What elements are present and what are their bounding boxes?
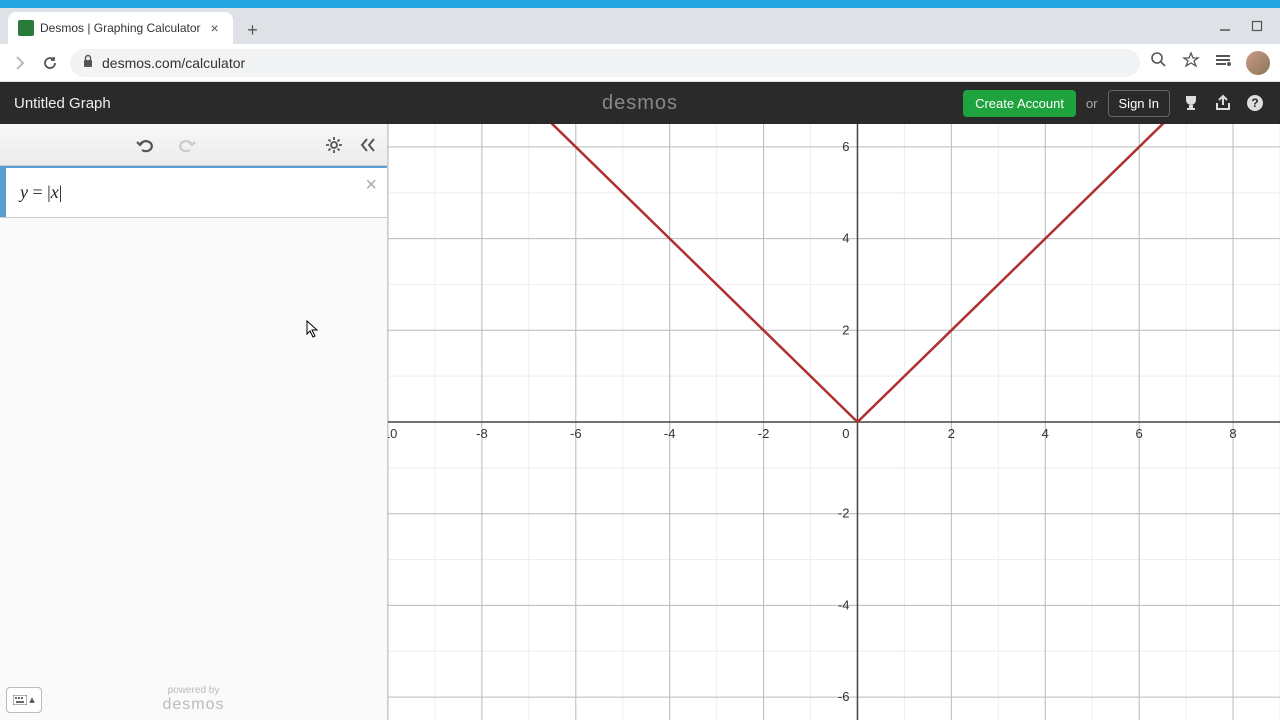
tab-title: Desmos | Graphing Calculator	[40, 21, 201, 35]
svg-text:-2: -2	[838, 506, 850, 521]
svg-text:6: 6	[842, 139, 849, 154]
svg-text:4: 4	[1042, 426, 1049, 441]
undo-icon[interactable]	[135, 134, 157, 156]
svg-text:-4: -4	[838, 597, 850, 612]
browser-tab[interactable]: Desmos | Graphing Calculator ×	[8, 12, 233, 44]
svg-text:-8: -8	[476, 426, 488, 441]
tab-favicon	[18, 20, 34, 36]
app-header: Untitled Graph desmos Create Account or …	[0, 82, 1280, 124]
svg-text:2: 2	[948, 426, 955, 441]
svg-text:-6: -6	[838, 689, 850, 704]
powered-label: powered by	[162, 685, 224, 696]
svg-text:?: ?	[1251, 96, 1258, 110]
create-account-button[interactable]: Create Account	[963, 90, 1076, 117]
powered-by: powered by desmos	[162, 685, 224, 714]
graph-canvas[interactable]: -10 -8 -6 -4 -2 2 4 6 8 -6 -4 -2 2 4 6 0	[388, 124, 1280, 720]
expression-row[interactable]: y = |x| ×	[0, 166, 387, 218]
svg-text:-2: -2	[758, 426, 770, 441]
minimize-icon[interactable]	[1218, 19, 1232, 33]
bookmark-icon[interactable]	[1182, 51, 1200, 74]
expr-eq: =	[28, 182, 47, 202]
expr-var: x	[51, 182, 59, 202]
svg-text:-4: -4	[664, 426, 676, 441]
expression-input[interactable]: y = |x|	[6, 182, 62, 203]
trophy-icon[interactable]	[1180, 92, 1202, 114]
delete-expression-icon[interactable]: ×	[365, 174, 377, 197]
window-controls	[1202, 8, 1280, 44]
expression-panel: y = |x| × ▴ powered by desmos	[0, 124, 388, 720]
help-icon[interactable]: ?	[1244, 92, 1266, 114]
reload-icon[interactable]	[40, 53, 60, 73]
profile-avatar[interactable]	[1246, 51, 1270, 75]
sign-in-button[interactable]: Sign In	[1108, 90, 1170, 117]
gear-icon[interactable]	[323, 134, 345, 156]
keyboard-toggle[interactable]: ▴	[6, 687, 42, 713]
url-text: desmos.com/calculator	[102, 55, 245, 71]
svg-text:6: 6	[1136, 426, 1143, 441]
powered-brand: desmos	[162, 696, 224, 714]
graph-title[interactable]: Untitled Graph	[14, 95, 111, 112]
svg-text:-10: -10	[388, 426, 397, 441]
redo-icon[interactable]	[175, 134, 197, 156]
graph-svg: -10 -8 -6 -4 -2 2 4 6 8 -6 -4 -2 2 4 6 0	[388, 124, 1280, 720]
browser-tab-bar: Desmos | Graphing Calculator × +	[0, 8, 1280, 44]
main-area: y = |x| × ▴ powered by desmos -10-8-6-4-…	[0, 124, 1280, 720]
browser-address-bar: desmos.com/calculator	[0, 44, 1280, 82]
media-icon[interactable]	[1214, 51, 1232, 74]
window-accent-bar	[0, 0, 1280, 8]
new-tab-button[interactable]: +	[239, 16, 267, 44]
svg-text:4: 4	[842, 231, 849, 246]
svg-text:8: 8	[1229, 426, 1236, 441]
svg-text:2: 2	[842, 322, 849, 337]
forward-icon[interactable]	[10, 53, 30, 73]
close-icon[interactable]: ×	[207, 20, 223, 36]
lock-icon	[82, 54, 94, 71]
zoom-icon[interactable]	[1150, 51, 1168, 74]
collapse-icon[interactable]	[357, 134, 379, 156]
app-logo: desmos	[602, 92, 678, 115]
svg-text:0: 0	[842, 426, 849, 441]
mouse-cursor	[306, 320, 320, 338]
or-label: or	[1086, 96, 1098, 111]
maximize-icon[interactable]	[1250, 19, 1264, 33]
svg-text:-6: -6	[570, 426, 582, 441]
expr-lhs: y	[20, 182, 28, 202]
share-icon[interactable]	[1212, 92, 1234, 114]
expression-toolbar	[0, 124, 387, 166]
url-input[interactable]: desmos.com/calculator	[70, 49, 1140, 77]
